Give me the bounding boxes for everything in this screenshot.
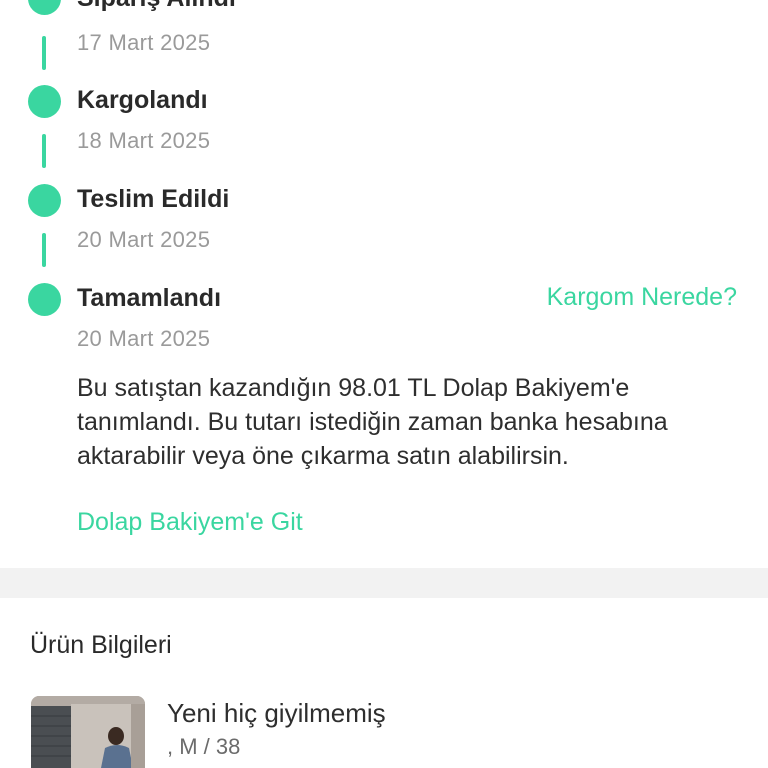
product-image[interactable] (31, 696, 145, 768)
product-photo-icon (31, 696, 145, 768)
status-dot-icon (28, 283, 61, 316)
balance-info-text: Bu satıştan kazandığın 98.01 TL Dolap Ba… (77, 374, 668, 470)
timeline-connector (42, 233, 46, 267)
timeline-connector (42, 134, 46, 168)
kargom-nerede-link[interactable]: Kargom Nerede? (547, 283, 737, 312)
step-date: 17 Mart 2025 (77, 30, 211, 55)
step-title: Tamamlandı (77, 284, 222, 312)
order-status-timeline: Sipariş Alındı 17 Mart 2025 Kargolandı 1… (0, 0, 768, 568)
status-dot-icon (28, 0, 61, 15)
step-title: Kargolandı (77, 86, 208, 114)
timeline-connector (42, 36, 46, 70)
step-date: 18 Mart 2025 (77, 128, 211, 153)
step-title: Sipariş Alındı (77, 0, 236, 13)
section-divider (0, 568, 768, 598)
step-date: 20 Mart 2025 (77, 326, 211, 351)
section-title: Ürün Bilgileri (30, 631, 172, 659)
status-dot-icon (28, 85, 61, 118)
product-name[interactable]: Yeni hiç giyilmemiş (167, 698, 386, 729)
product-size: , M / 38 (167, 734, 241, 759)
step-title: Teslim Edildi (77, 185, 230, 213)
step-date: 20 Mart 2025 (77, 227, 211, 252)
status-dot-icon (28, 184, 61, 217)
dolap-bakiyem-link[interactable]: Dolap Bakiyem'e Git (77, 508, 303, 537)
